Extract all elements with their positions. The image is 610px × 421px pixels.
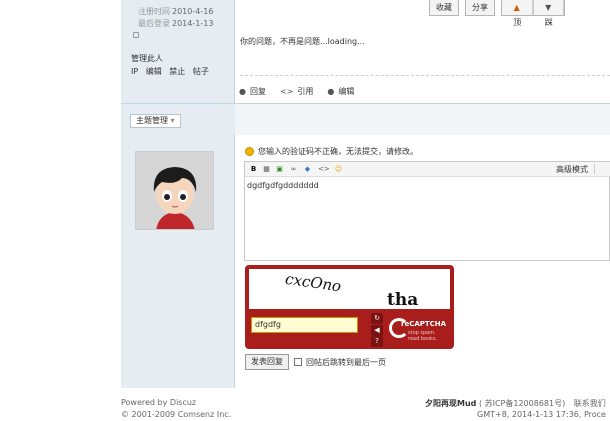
post-content: 你的问题，不再是问题...loading... xyxy=(240,37,365,46)
avatar xyxy=(135,151,214,230)
server-time: GMT+8, 2014-1-13 17:36, Proce xyxy=(477,410,606,419)
chat-icon: ● xyxy=(327,86,335,96)
image-icon[interactable]: ▣ xyxy=(275,165,284,174)
audio-icon[interactable]: ◀ xyxy=(371,325,383,336)
manage-link-edit[interactable]: 编辑 xyxy=(146,67,162,76)
warning-icon xyxy=(245,147,254,156)
color-icon[interactable]: ▦ xyxy=(262,165,271,174)
manage-user-title: 管理此人 xyxy=(131,54,163,63)
advanced-mode-link[interactable]: 高级模式 xyxy=(556,164,588,175)
chevron-down-icon: ▾ xyxy=(170,116,175,125)
site-info: 夕阳再现Mud ( 苏ICP备12008681号) 联系我们 xyxy=(425,398,606,409)
vote-up-button[interactable]: ▲ 顶 xyxy=(502,0,534,27)
help-icon[interactable]: ? xyxy=(371,336,383,347)
submit-reply-button[interactable]: 发表回复 xyxy=(245,354,289,370)
jump-to-last-label: 回帖后跳转到最后一页 xyxy=(306,358,386,367)
favorite-button[interactable]: 收藏 xyxy=(429,0,459,16)
share-button[interactable]: 分享 xyxy=(465,0,495,16)
last-login: 最后登录 2014-1-13 xyxy=(138,19,214,28)
code-icon[interactable]: <> xyxy=(318,165,330,174)
toolbar-divider xyxy=(594,164,595,174)
manage-link-posts[interactable]: 帖子 xyxy=(193,67,209,76)
captcha-image: cxcOno tha xyxy=(249,269,450,309)
vote-buttons: ▲ 顶 ▼ 踩 xyxy=(501,0,565,27)
powered-by[interactable]: Powered by Discuz xyxy=(121,398,196,407)
divider xyxy=(240,75,610,76)
recaptcha-logo: reCAPTCHA stop spam. read books. xyxy=(387,313,449,345)
online-status-icon xyxy=(133,32,139,38)
captcha-word-2: tha xyxy=(387,290,418,309)
quote-action[interactable]: <> 引用 xyxy=(280,86,313,97)
quote-icon[interactable]: ◆ xyxy=(303,165,312,174)
post-actions: ● 回复 <> 引用 ● 编辑 xyxy=(239,86,354,97)
vote-down-button[interactable]: ▼ 踩 xyxy=(534,0,564,27)
comment-icon: ● xyxy=(239,86,246,96)
separator-right xyxy=(235,104,610,135)
captcha-error-message: 您输入的验证码不正确，无法提交，请修改。 xyxy=(245,146,418,157)
captcha-input[interactable]: dfgdfg xyxy=(251,317,358,333)
manage-link-ip[interactable]: IP xyxy=(131,67,138,76)
manage-user-links: IP 编辑 禁止 帖子 xyxy=(131,66,214,77)
reply-action[interactable]: ● 回复 xyxy=(239,86,266,97)
smiley-icon[interactable]: ☺ xyxy=(334,165,343,174)
register-time: 注册时间 2010-4-16 xyxy=(138,7,214,16)
link-icon[interactable]: ∞ xyxy=(289,165,298,174)
contact-link[interactable]: 联系我们 xyxy=(574,399,606,408)
site-name[interactable]: 夕阳再现Mud xyxy=(425,399,476,408)
edit-action[interactable]: ● 编辑 xyxy=(327,86,354,97)
topic-manage-dropdown[interactable]: 主题管理 ▾ xyxy=(130,114,181,128)
thumb-down-icon: ▼ xyxy=(534,0,564,15)
editor-content[interactable]: dgdfgdfgddddddd xyxy=(247,181,319,190)
manage-link-ban[interactable]: 禁止 xyxy=(169,67,185,76)
jump-to-last-checkbox[interactable] xyxy=(294,358,302,366)
code-icon: <> xyxy=(279,86,294,96)
captcha-word-1: cxcOno xyxy=(284,270,342,296)
bold-icon[interactable]: B xyxy=(249,165,258,174)
thumb-up-icon: ▲ xyxy=(502,0,533,15)
copyright: © 2001-2009 Comsenz Inc. xyxy=(121,410,232,419)
refresh-icon[interactable]: ↻ xyxy=(371,313,383,324)
icp-number[interactable]: ( 苏ICP备12008681号) xyxy=(479,399,565,408)
